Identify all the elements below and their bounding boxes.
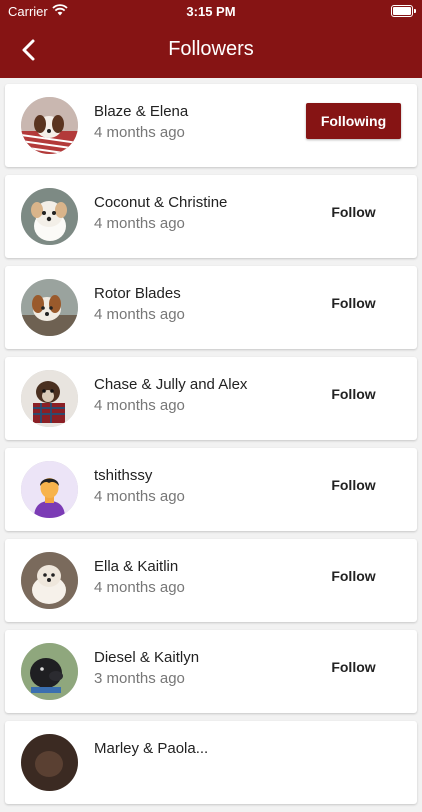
avatar[interactable] <box>21 279 78 336</box>
follow-time: 4 months ago <box>94 306 185 323</box>
list-item[interactable]: Rotor Blades 4 months ago Follow <box>5 266 417 349</box>
list-item[interactable]: Chase & Jully and Alex 4 months ago Foll… <box>5 357 417 440</box>
follow-time: 4 months ago <box>94 397 185 414</box>
status-time: 3:15 PM <box>186 4 236 19</box>
following-button[interactable]: Following <box>306 103 401 139</box>
follow-button[interactable]: Follow <box>306 198 401 226</box>
follow-button[interactable]: Follow <box>306 653 401 681</box>
avatar[interactable] <box>21 97 78 154</box>
app-header: Carrier 3:15 PM Followers <box>0 0 422 78</box>
list-item[interactable]: Blaze & Elena 4 months ago Following <box>5 84 417 167</box>
follower-name[interactable]: Ella & Kaitlin <box>94 558 178 575</box>
list-item[interactable]: tshithssy 4 months ago Follow <box>5 448 417 531</box>
follow-time: 4 months ago <box>94 215 185 232</box>
follower-name[interactable]: Marley & Paola... <box>94 740 208 757</box>
list-item[interactable]: Coconut & Christine 4 months ago Follow <box>5 175 417 258</box>
list-item[interactable]: Marley & Paola... <box>5 721 417 804</box>
follow-time: 4 months ago <box>94 488 185 505</box>
follow-button[interactable]: Follow <box>306 289 401 317</box>
followers-list: Blaze & Elena 4 months ago Following Coc… <box>0 84 422 812</box>
avatar[interactable] <box>21 643 78 700</box>
follower-name[interactable]: Chase & Jully and Alex <box>94 376 247 393</box>
follow-time: 4 months ago <box>94 579 185 596</box>
follow-time: 4 months ago <box>94 124 185 141</box>
list-item[interactable]: Ella & Kaitlin 4 months ago Follow <box>5 539 417 622</box>
follower-name[interactable]: tshithssy <box>94 467 152 484</box>
avatar[interactable] <box>21 734 78 791</box>
avatar[interactable] <box>21 370 78 427</box>
status-bar: Carrier 3:15 PM <box>0 0 422 24</box>
default-person-avatar[interactable] <box>21 461 78 518</box>
page-title: Followers <box>168 38 254 60</box>
follower-name[interactable]: Rotor Blades <box>94 285 181 302</box>
follower-name[interactable]: Coconut & Christine <box>94 194 227 211</box>
follow-button[interactable]: Follow <box>306 471 401 499</box>
avatar[interactable] <box>21 552 78 609</box>
follower-name[interactable]: Blaze & Elena <box>94 103 188 120</box>
follow-time: 3 months ago <box>94 670 185 687</box>
list-item[interactable]: Diesel & Kaitlyn 3 months ago Follow <box>5 630 417 713</box>
battery-icon <box>391 5 416 17</box>
follow-button[interactable]: Follow <box>306 380 401 408</box>
follow-button[interactable]: Follow <box>306 562 401 590</box>
follower-name[interactable]: Diesel & Kaitlyn <box>94 649 199 666</box>
avatar[interactable] <box>21 188 78 245</box>
